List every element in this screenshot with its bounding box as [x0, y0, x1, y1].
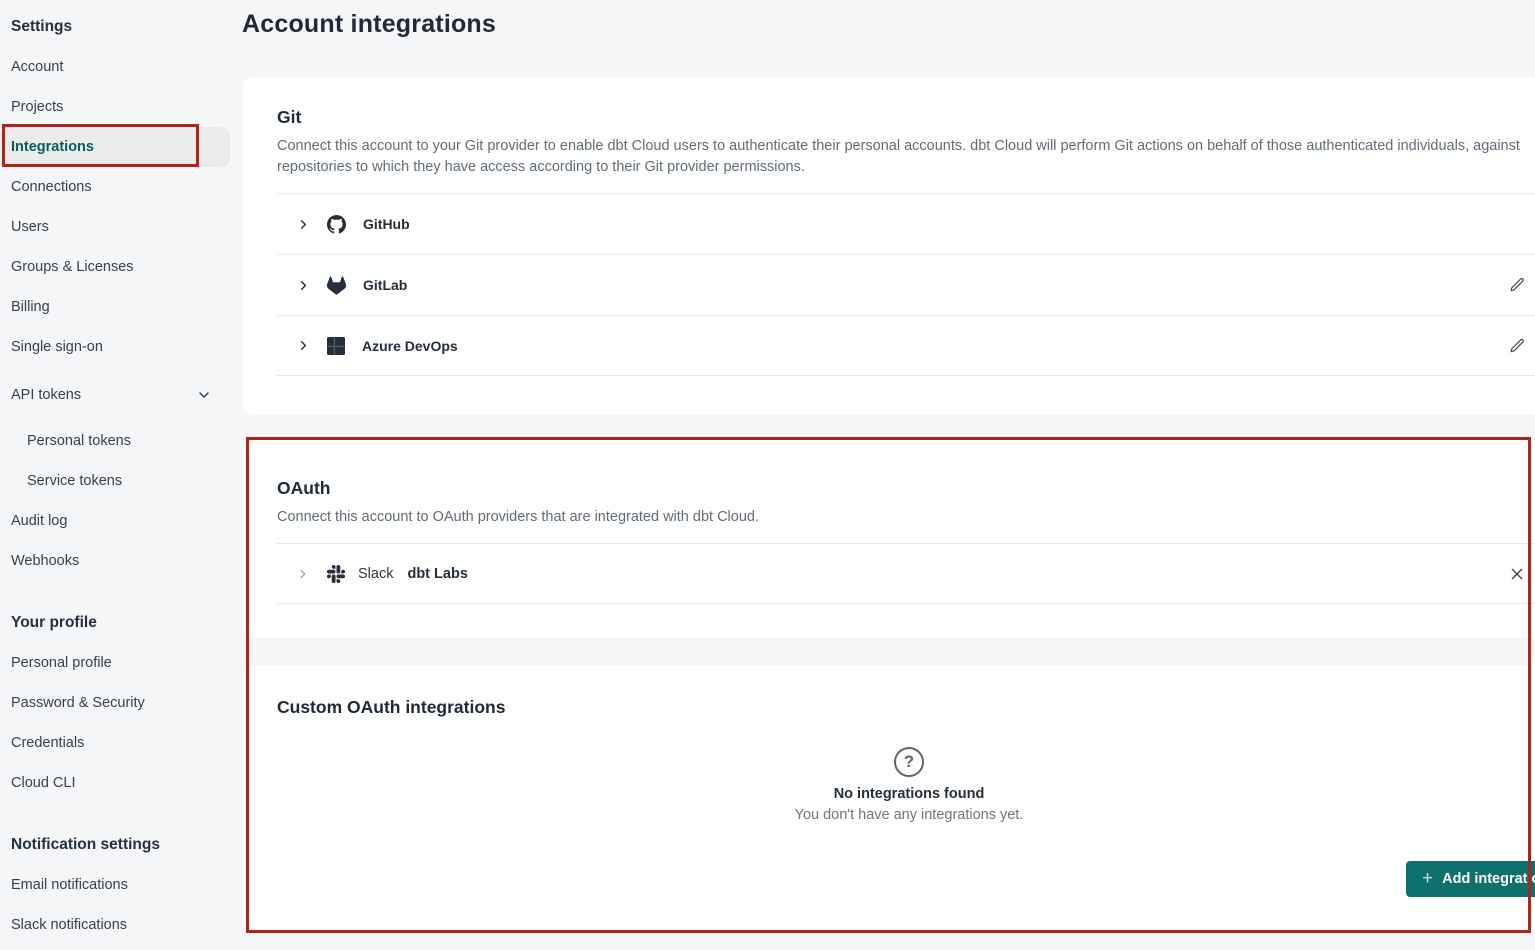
slack-icon [327, 565, 345, 583]
git-provider-list: GitHub GitLab [277, 193, 1535, 376]
sidebar-item-audit-log[interactable]: Audit log [0, 501, 230, 541]
sidebar-item-projects[interactable]: Projects [0, 87, 230, 127]
chevron-right-icon[interactable] [294, 278, 312, 293]
git-provider-row-github[interactable]: GitHub [277, 193, 1535, 254]
git-section-card: Git Connect this account to your Git pro… [243, 77, 1535, 415]
gitlab-icon [327, 276, 346, 295]
empty-state-subtitle: You don't have any integrations yet. [699, 807, 1119, 823]
settings-sidebar: Settings Account Projects Integrations C… [0, 0, 232, 945]
edit-pencil-icon[interactable] [1509, 337, 1526, 354]
git-provider-label: Azure DevOps [362, 338, 458, 354]
help-circle-icon: ? [894, 747, 924, 777]
sidebar-heading-notification-settings: Notification settings [0, 825, 230, 865]
sidebar-heading-your-profile: Your profile [0, 603, 230, 643]
sidebar-item-single-sign-on[interactable]: Single sign-on [0, 327, 230, 367]
sidebar-item-service-tokens[interactable]: Service tokens [0, 461, 230, 501]
page-title: Account integrations [242, 10, 496, 39]
sidebar-item-personal-tokens[interactable]: Personal tokens [0, 421, 230, 461]
oauth-row-slack[interactable]: Slack dbt Labs [277, 543, 1535, 604]
add-integration-label: Add integration [1442, 871, 1535, 887]
sidebar-item-integrations[interactable]: Integrations [0, 127, 230, 167]
sidebar-item-cloud-cli[interactable]: Cloud CLI [0, 763, 230, 803]
git-provider-label: GitLab [363, 277, 407, 293]
empty-state: ? No integrations found You don't have a… [699, 747, 1119, 823]
oauth-section-description: Connect this account to OAuth providers … [277, 507, 1535, 528]
sidebar-item-email-notifications[interactable]: Email notifications [0, 865, 230, 905]
chevron-right-icon[interactable] [294, 338, 312, 353]
git-section-description: Connect this account to your Git provide… [277, 136, 1535, 178]
azure-devops-icon [327, 337, 345, 355]
sidebar-item-password-security[interactable]: Password & Security [0, 683, 230, 723]
sidebar-item-account[interactable]: Account [0, 47, 230, 87]
git-provider-label: GitHub [363, 216, 410, 232]
git-provider-row-gitlab[interactable]: GitLab [277, 254, 1535, 315]
sidebar-item-connections[interactable]: Connections [0, 167, 230, 207]
git-section-heading: Git [277, 77, 1535, 128]
sidebar-item-api-tokens[interactable]: API tokens [0, 375, 230, 415]
add-integration-button[interactable]: + Add integration [1406, 861, 1535, 897]
sidebar-item-credentials[interactable]: Credentials [0, 723, 230, 763]
git-provider-row-azure-devops[interactable]: Azure DevOps [277, 315, 1535, 376]
chevron-right-icon[interactable] [294, 567, 312, 581]
sidebar-item-personal-profile[interactable]: Personal profile [0, 643, 230, 683]
edit-pencil-icon[interactable] [1509, 277, 1526, 294]
custom-oauth-section-card: Custom OAuth integrations ? No integrati… [243, 665, 1535, 931]
oauth-integration-list: Slack dbt Labs [277, 543, 1535, 604]
chevron-right-icon[interactable] [294, 217, 312, 232]
custom-oauth-heading: Custom OAuth integrations [277, 665, 1535, 718]
github-icon [327, 215, 346, 234]
sidebar-heading-settings: Settings [0, 7, 230, 47]
empty-state-title: No integrations found [699, 786, 1119, 802]
oauth-integration-name: dbt Labs [407, 566, 467, 582]
oauth-section-heading: OAuth [277, 440, 1535, 499]
sidebar-item-slack-notifications[interactable]: Slack notifications [0, 905, 230, 945]
close-icon[interactable] [1509, 566, 1525, 582]
sidebar-item-groups-licenses[interactable]: Groups & Licenses [0, 247, 230, 287]
sidebar-item-users[interactable]: Users [0, 207, 230, 247]
sidebar-item-webhooks[interactable]: Webhooks [0, 541, 230, 581]
oauth-provider-label: Slack [358, 566, 393, 582]
chevron-down-icon [196, 387, 212, 403]
sidebar-item-billing[interactable]: Billing [0, 287, 230, 327]
plus-icon: + [1422, 869, 1433, 888]
oauth-section-card: OAuth Connect this account to OAuth prov… [243, 440, 1535, 638]
sidebar-item-label: API tokens [11, 387, 81, 403]
